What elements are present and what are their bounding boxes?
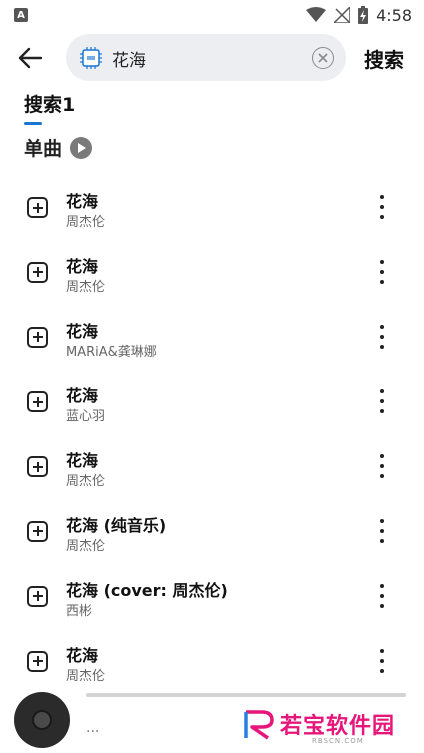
more-options-button[interactable] (372, 517, 392, 545)
more-options-button[interactable] (372, 258, 392, 286)
section-header: 单曲 (24, 134, 93, 161)
watermark-site: RBSCN.COM (312, 737, 364, 745)
song-title: 花海 (66, 321, 99, 341)
song-row[interactable]: 花海 蓝心羽 (0, 369, 424, 434)
add-to-playlist-button[interactable] (27, 650, 48, 672)
song-title: 花海 (66, 451, 99, 471)
search-box[interactable] (66, 34, 346, 81)
wifi-icon (306, 7, 327, 22)
song-artist: 周杰伦 (66, 474, 106, 490)
song-row[interactable]: 花海 周杰伦 (0, 434, 424, 499)
arrow-left-icon (18, 47, 43, 69)
song-title: 花海 (66, 645, 99, 665)
song-title: 花海 (纯音乐) (66, 515, 167, 535)
api-chip-icon (80, 47, 102, 69)
add-to-playlist-button[interactable] (27, 197, 48, 218)
more-options-button[interactable] (372, 387, 392, 415)
play-icon (78, 142, 87, 153)
song-row[interactable]: 花海 (cover: 周杰伦) 西彬 (0, 564, 424, 629)
notification-icon: A (14, 8, 28, 22)
watermark-logo: 若宝软件园 RBSCN.COM (242, 708, 396, 745)
song-row[interactable]: 花海 周杰伦 (0, 175, 424, 240)
search-header: 搜索 (0, 34, 424, 82)
status-bar: A 4:58 (0, 0, 424, 30)
more-options-button[interactable] (372, 193, 392, 221)
song-row[interactable]: 花海 周杰伦 (0, 240, 424, 305)
add-to-playlist-button[interactable] (27, 261, 48, 283)
more-options-button[interactable] (372, 323, 392, 351)
watermark-brand: 若宝软件园 (280, 714, 396, 739)
clear-search-button[interactable] (312, 47, 334, 69)
tab-search-1[interactable]: 搜索1 (24, 90, 75, 117)
album-disc[interactable] (14, 692, 70, 748)
song-artist: 周杰伦 (66, 538, 106, 554)
song-title: 花海 (cover: 周杰伦) (66, 580, 228, 600)
song-title: 花海 (66, 386, 99, 406)
song-row[interactable]: 花海 MARiA&龚琳娜 (0, 305, 424, 370)
status-time: 4:58 (376, 5, 412, 25)
more-options-button[interactable] (372, 452, 392, 480)
add-to-playlist-button[interactable] (27, 456, 48, 478)
now-playing-text: ... (86, 720, 100, 736)
watermark-r-icon (244, 710, 274, 740)
more-options-button[interactable] (372, 647, 392, 675)
tab-bar: 搜索1 (24, 90, 75, 125)
close-icon (318, 53, 328, 63)
search-input[interactable] (112, 44, 302, 72)
song-artist: 周杰伦 (66, 279, 106, 295)
song-artist: 周杰伦 (66, 668, 106, 684)
add-to-playlist-button[interactable] (27, 520, 48, 542)
tab-indicator (24, 122, 42, 125)
back-button[interactable] (12, 40, 48, 76)
song-artist: 周杰伦 (66, 215, 106, 230)
song-row[interactable]: 花海 (纯音乐) 周杰伦 (0, 499, 424, 564)
more-options-button[interactable] (372, 582, 392, 610)
playback-progress-bar[interactable] (86, 693, 406, 697)
song-row[interactable]: 花海 周杰伦 (0, 629, 424, 694)
add-to-playlist-button[interactable] (27, 585, 48, 607)
song-artist: 西彬 (66, 603, 93, 619)
add-to-playlist-button[interactable] (27, 391, 48, 413)
add-to-playlist-button[interactable] (27, 326, 48, 348)
battery-charging-icon (358, 6, 369, 24)
search-button[interactable]: 搜索 (364, 44, 404, 73)
song-title: 花海 (66, 256, 99, 276)
section-title: 单曲 (24, 138, 63, 160)
no-signal-icon (334, 7, 351, 23)
play-all-button[interactable] (70, 136, 93, 159)
song-title: 花海 (66, 192, 99, 211)
song-list: 花海 周杰伦 花海 周杰伦 花海 MARiA&龚琳娜 花海 蓝心羽 花海 周杰伦… (0, 175, 424, 693)
song-artist: MARiA&龚琳娜 (66, 344, 157, 360)
song-artist: 蓝心羽 (66, 409, 106, 425)
